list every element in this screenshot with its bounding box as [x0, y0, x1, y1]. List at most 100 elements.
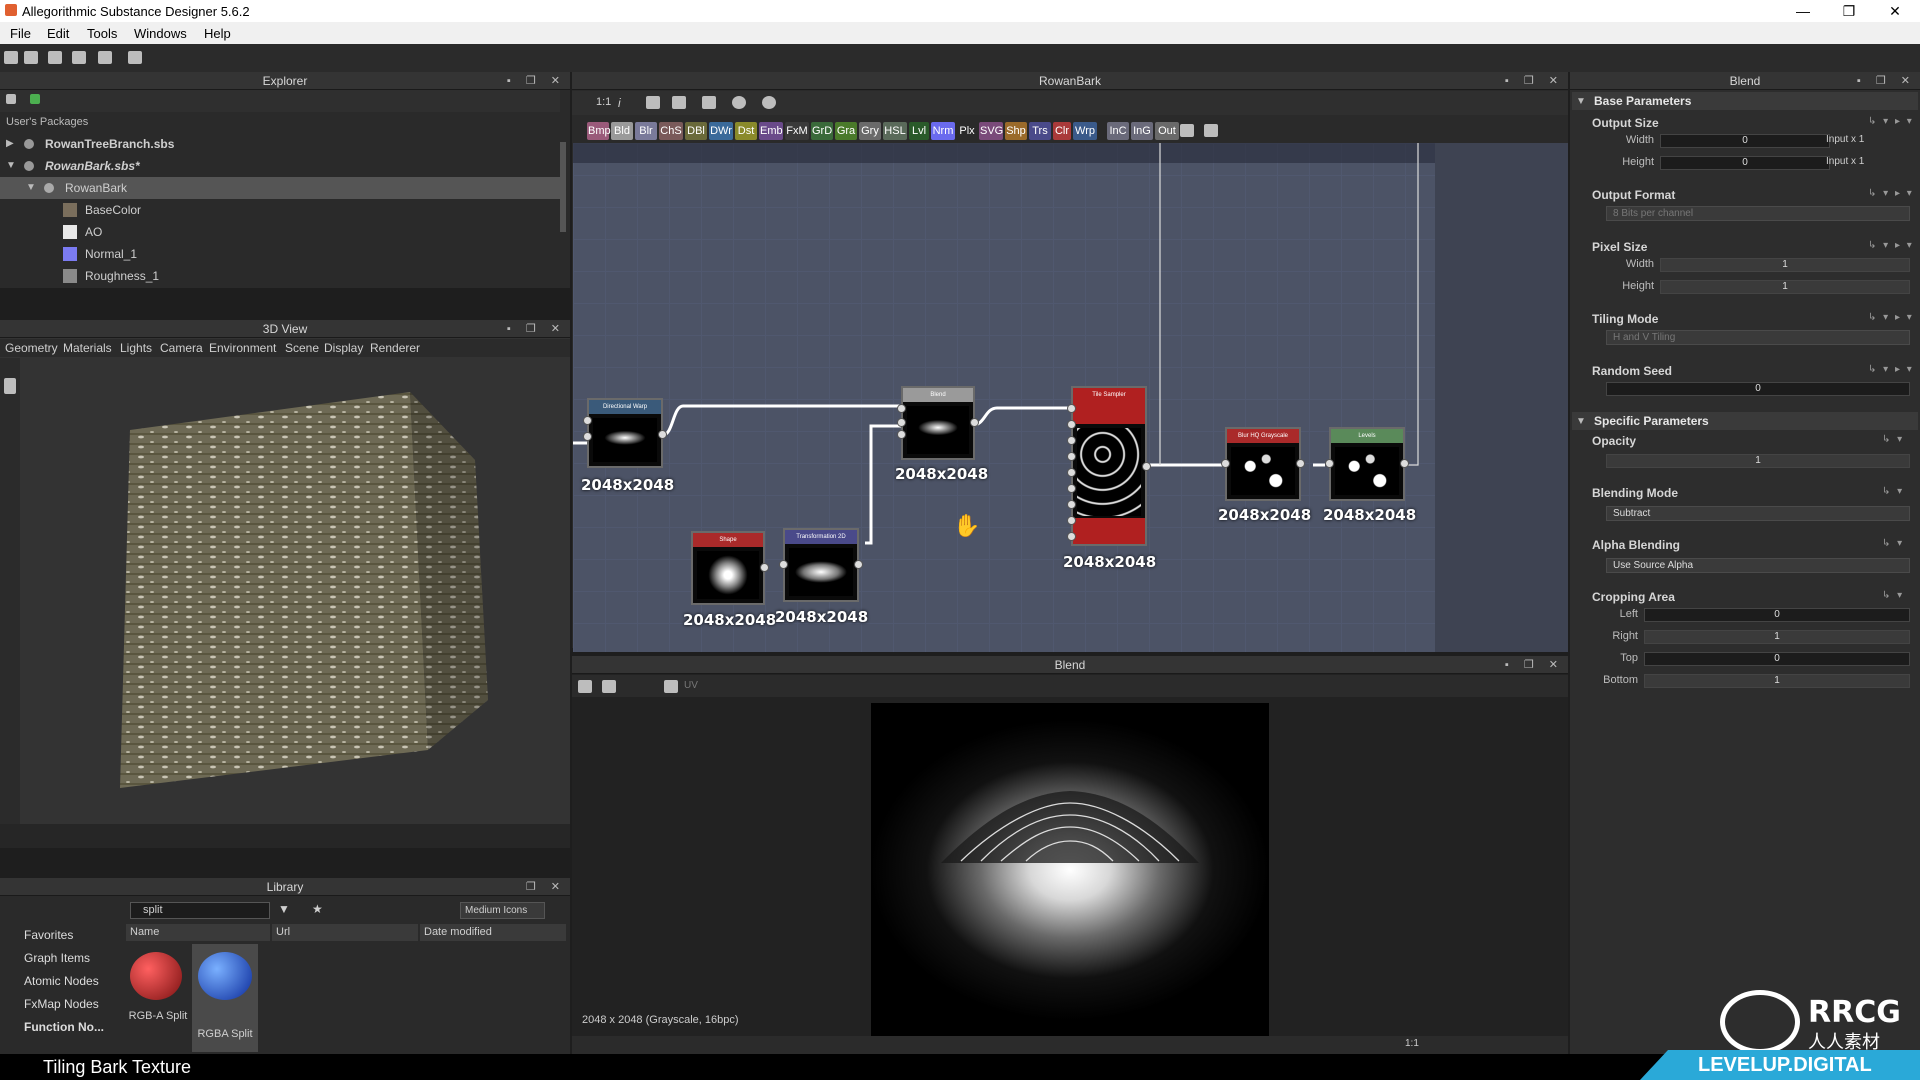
- param-controls-icon[interactable]: ↳ ▾: [1882, 590, 1904, 601]
- palette-chip-bmp[interactable]: Bmp: [587, 122, 611, 140]
- new-package-icon[interactable]: [6, 94, 16, 104]
- palette-chip-dbl[interactable]: DBl: [685, 122, 707, 140]
- info-button[interactable]: i: [618, 96, 621, 110]
- input-port[interactable]: [897, 430, 906, 439]
- palette-chip-dwr[interactable]: DWr: [709, 122, 733, 140]
- explorer-item[interactable]: Normal_1: [0, 243, 560, 265]
- palette-chip-lvl[interactable]: Lvl: [909, 122, 929, 140]
- select-tool-icon[interactable]: [4, 378, 16, 394]
- input-port[interactable]: [897, 404, 906, 413]
- graph-node-tile-sampler[interactable]: Tile Sampler: [1067, 386, 1151, 546]
- section-specific-parameters[interactable]: Specific Parameters: [1572, 412, 1918, 430]
- graph-node-blur-hq-grayscale[interactable]: Blur HQ Grayscale: [1221, 427, 1305, 501]
- blending-mode-dropdown[interactable]: Subtract: [1606, 506, 1910, 521]
- input-port[interactable]: [1067, 468, 1076, 477]
- input-port[interactable]: [1067, 516, 1076, 525]
- output-format-dropdown[interactable]: 8 Bits per channel: [1606, 206, 1910, 221]
- palette-chip-gry[interactable]: Gry: [859, 122, 881, 140]
- panel-controls[interactable]: ❐ ✕: [526, 880, 566, 893]
- minimize-button[interactable]: —: [1780, 0, 1826, 22]
- param-controls-icon[interactable]: ↳ ▾ ▸ ▾: [1868, 312, 1914, 323]
- palette-chip-shp[interactable]: Shp: [1005, 122, 1027, 140]
- maximize-button[interactable]: ❐: [1826, 0, 1872, 22]
- section-base-parameters[interactable]: Base Parameters: [1572, 92, 1918, 110]
- output-port[interactable]: [1296, 459, 1305, 468]
- output-port[interactable]: [1400, 459, 1409, 468]
- menu-camera[interactable]: Camera: [160, 339, 203, 357]
- menu-display[interactable]: Display: [324, 339, 363, 357]
- crop-bottom-field[interactable]: 1: [1644, 674, 1910, 688]
- panel-controls[interactable]: ▪ ❐ ✕: [1505, 74, 1564, 87]
- library-search-input[interactable]: split: [130, 902, 270, 919]
- menu-help[interactable]: Help: [204, 26, 231, 41]
- col-date-modified[interactable]: Date modified: [420, 924, 566, 941]
- graph-canvas[interactable]: Directional Warp 2048x2048 Blend 2048x2048 S…: [573, 143, 1435, 652]
- output-height-mode[interactable]: Input x 1: [1826, 156, 1864, 167]
- input-port[interactable]: [1221, 459, 1230, 468]
- menu-lights[interactable]: Lights: [120, 339, 152, 357]
- palette-chip-svg[interactable]: SVG: [979, 122, 1003, 140]
- channel-icon[interactable]: [578, 680, 592, 693]
- menu-edit[interactable]: Edit: [47, 26, 69, 41]
- library-result-selected[interactable]: RGBA Split: [192, 944, 258, 1052]
- output-width-mode[interactable]: Input x 1: [1826, 134, 1864, 145]
- collapse-icon[interactable]: ▼: [1576, 96, 1586, 107]
- input-port[interactable]: [1067, 500, 1076, 509]
- input-port[interactable]: [1067, 420, 1076, 429]
- explorer-item[interactable]: ▼ RowanBark.sbs*: [0, 155, 560, 177]
- output-port[interactable]: [760, 563, 769, 572]
- collapse-icon[interactable]: ▼: [1576, 416, 1586, 427]
- open-icon[interactable]: [24, 51, 38, 64]
- param-controls-icon[interactable]: ↳ ▾: [1882, 434, 1904, 445]
- palette-chip-dst[interactable]: Dst: [735, 122, 757, 140]
- redo-icon[interactable]: [128, 51, 142, 64]
- graph-node-shape[interactable]: Shape: [691, 531, 769, 605]
- opacity-slider[interactable]: 1: [1606, 454, 1910, 468]
- input-port[interactable]: [583, 416, 592, 425]
- graph-node-transformation-2d[interactable]: Transformation 2D: [779, 528, 863, 602]
- palette-chip-bld[interactable]: Bld: [611, 122, 633, 140]
- output-port[interactable]: [854, 560, 863, 569]
- library-cat-favorites[interactable]: Favorites: [0, 924, 73, 946]
- image-icon[interactable]: [664, 680, 678, 693]
- library-cat-atomic-nodes[interactable]: Atomic Nodes: [0, 970, 99, 992]
- param-controls-icon[interactable]: ↳ ▾ ▸ ▾: [1868, 364, 1914, 375]
- palette-chip-nrm[interactable]: Nrm: [931, 122, 955, 140]
- input-port[interactable]: [1067, 436, 1076, 445]
- input-port[interactable]: [1067, 452, 1076, 461]
- tiling-mode-dropdown[interactable]: H and V Tiling: [1606, 330, 1910, 345]
- input-port[interactable]: [1067, 532, 1076, 541]
- col-url[interactable]: Url: [272, 924, 418, 941]
- crop-right-field[interactable]: 1: [1644, 630, 1910, 644]
- palette-chip-grd[interactable]: GrD: [811, 122, 833, 140]
- panel-controls[interactable]: ▪ ❐ ✕: [1505, 658, 1564, 671]
- zoom-1to1-button[interactable]: 1:1: [596, 96, 611, 108]
- menu-materials[interactable]: Materials: [63, 339, 112, 357]
- input-port[interactable]: [1325, 459, 1334, 468]
- menu-environment[interactable]: Environment: [209, 339, 276, 357]
- param-controls-icon[interactable]: ↳ ▾ ▸ ▾: [1868, 116, 1914, 127]
- zoom-icon[interactable]: [646, 96, 660, 109]
- explorer-item[interactable]: AO: [0, 221, 560, 243]
- input-port[interactable]: [1067, 404, 1076, 413]
- palette-chip-clr[interactable]: Clr: [1053, 122, 1071, 140]
- output-height-field[interactable]: 0: [1660, 156, 1830, 170]
- graph-node-levels[interactable]: Levels: [1325, 427, 1409, 501]
- crop-top-field[interactable]: 0: [1644, 652, 1910, 666]
- output-width-field[interactable]: 0: [1660, 134, 1830, 148]
- explorer-item-selected[interactable]: ▼ RowanBark: [0, 177, 560, 199]
- palette-chip-out[interactable]: Out: [1155, 122, 1179, 140]
- view-mode-dropdown[interactable]: Medium Icons: [460, 902, 545, 919]
- palette-chip-wrp[interactable]: Wrp: [1073, 122, 1097, 140]
- frame-icon[interactable]: [1204, 124, 1218, 137]
- palette-chip-ing[interactable]: InG: [1131, 122, 1153, 140]
- palette-chip-chs[interactable]: ChS: [659, 122, 683, 140]
- explorer-item[interactable]: Roughness_1: [0, 265, 560, 287]
- palette-chip-gra[interactable]: Gra: [835, 122, 857, 140]
- palette-chip-plx[interactable]: Plx: [957, 122, 977, 140]
- palette-chip-blr[interactable]: Blr: [635, 122, 657, 140]
- library-cat-graph-items[interactable]: Graph Items: [0, 947, 90, 969]
- panel-controls[interactable]: ▪ ❐ ✕: [507, 322, 566, 335]
- view2d-zoom[interactable]: 1:1: [1405, 1038, 1419, 1049]
- pixel-height-field[interactable]: 1: [1660, 280, 1910, 294]
